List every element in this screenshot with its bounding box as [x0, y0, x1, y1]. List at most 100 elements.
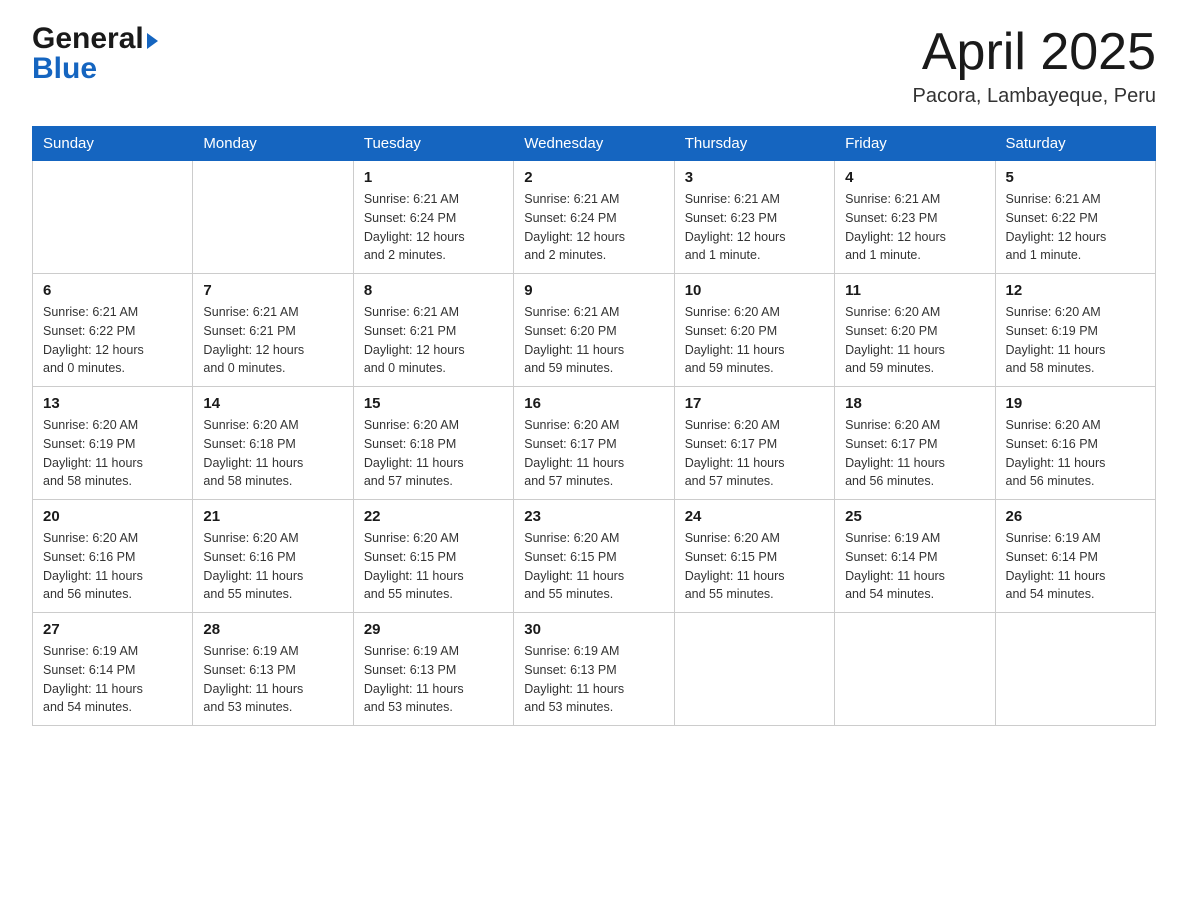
day-number: 12: [1006, 282, 1145, 299]
day-number: 8: [364, 282, 503, 299]
calendar-week-2: 6 Sunrise: 6:21 AMSunset: 6:22 PMDaylight…: [33, 274, 1156, 387]
calendar-cell: 19 Sunrise: 6:20 AMSunset: 6:16 PMDayligh…: [995, 387, 1155, 500]
day-number: 24: [685, 508, 824, 525]
weekday-header-saturday: Saturday: [995, 127, 1155, 161]
logo-general-text: General: [32, 24, 144, 54]
calendar-cell: 2 Sunrise: 6:21 AMSunset: 6:24 PMDaylight…: [514, 161, 674, 274]
weekday-header-tuesday: Tuesday: [353, 127, 513, 161]
calendar-cell: [995, 613, 1155, 726]
calendar-cell: 13 Sunrise: 6:20 AMSunset: 6:19 PMDayligh…: [33, 387, 193, 500]
calendar-cell: 29Sunrise: 6:19 AMSunset: 6:13 PMDayligh…: [353, 613, 513, 726]
day-number: 4: [845, 169, 984, 186]
day-info: Sunrise: 6:20 AMSunset: 6:16 PMDaylight:…: [43, 529, 182, 604]
day-number: 27: [43, 621, 182, 638]
day-info: Sunrise: 6:19 AMSunset: 6:14 PMDaylight:…: [845, 529, 984, 604]
calendar-week-1: 1Sunrise: 6:21 AMSunset: 6:24 PMDaylight…: [33, 161, 1156, 274]
day-number: 10: [685, 282, 824, 299]
weekday-header-wednesday: Wednesday: [514, 127, 674, 161]
calendar-cell: 28Sunrise: 6:19 AMSunset: 6:13 PMDayligh…: [193, 613, 353, 726]
calendar-cell: 26 Sunrise: 6:19 AMSunset: 6:14 PMDayligh…: [995, 500, 1155, 613]
calendar-cell: 23 Sunrise: 6:20 AMSunset: 6:15 PMDayligh…: [514, 500, 674, 613]
calendar-cell: 9Sunrise: 6:21 AMSunset: 6:20 PMDaylight…: [514, 274, 674, 387]
location-title: Pacora, Lambayeque, Peru: [913, 85, 1157, 108]
calendar-table: SundayMondayTuesdayWednesdayThursdayFrid…: [32, 126, 1156, 726]
day-number: 11: [845, 282, 984, 299]
calendar-cell: 8Sunrise: 6:21 AMSunset: 6:21 PMDaylight…: [353, 274, 513, 387]
day-number: 5: [1006, 169, 1145, 186]
calendar-cell: 21 Sunrise: 6:20 AMSunset: 6:16 PMDayligh…: [193, 500, 353, 613]
logo-blue-text: Blue: [32, 52, 97, 85]
day-info: Sunrise: 6:20 AMSunset: 6:15 PMDaylight:…: [364, 529, 503, 604]
day-info: Sunrise: 6:21 AMSunset: 6:21 PMDaylight:…: [203, 303, 342, 378]
calendar-cell: 14 Sunrise: 6:20 AMSunset: 6:18 PMDayligh…: [193, 387, 353, 500]
weekday-header-monday: Monday: [193, 127, 353, 161]
calendar-cell: 16 Sunrise: 6:20 AMSunset: 6:17 PMDayligh…: [514, 387, 674, 500]
calendar-cell: [674, 613, 834, 726]
calendar-cell: 17 Sunrise: 6:20 AMSunset: 6:17 PMDayligh…: [674, 387, 834, 500]
day-info: Sunrise: 6:20 AMSunset: 6:20 PMDaylight:…: [685, 303, 824, 378]
calendar-cell: 6 Sunrise: 6:21 AMSunset: 6:22 PMDaylight…: [33, 274, 193, 387]
calendar-cell: 25Sunrise: 6:19 AMSunset: 6:14 PMDayligh…: [835, 500, 995, 613]
day-number: 28: [203, 621, 342, 638]
calendar-body: 1Sunrise: 6:21 AMSunset: 6:24 PMDaylight…: [33, 161, 1156, 726]
day-info: Sunrise: 6:20 AMSunset: 6:19 PMDaylight:…: [43, 416, 182, 491]
day-number: 19: [1006, 395, 1145, 412]
day-info: Sunrise: 6:19 AMSunset: 6:13 PMDaylight:…: [364, 642, 503, 717]
day-number: 14: [203, 395, 342, 412]
day-info: Sunrise: 6:20 AMSunset: 6:17 PMDaylight:…: [685, 416, 824, 491]
day-number: 23: [524, 508, 663, 525]
calendar-cell: 27 Sunrise: 6:19 AMSunset: 6:14 PMDayligh…: [33, 613, 193, 726]
day-info: Sunrise: 6:20 AMSunset: 6:16 PMDaylight:…: [203, 529, 342, 604]
header: General Blue April 2025 Pacora, Lambayeq…: [32, 24, 1156, 108]
calendar-cell: 20Sunrise: 6:20 AMSunset: 6:16 PMDayligh…: [33, 500, 193, 613]
month-title: April 2025: [913, 24, 1157, 81]
calendar-cell: 5 Sunrise: 6:21 AMSunset: 6:22 PMDaylight…: [995, 161, 1155, 274]
day-number: 15: [364, 395, 503, 412]
day-info: Sunrise: 6:20 AMSunset: 6:18 PMDaylight:…: [203, 416, 342, 491]
day-info: Sunrise: 6:20 AMSunset: 6:19 PMDaylight:…: [1006, 303, 1145, 378]
calendar-cell: 4 Sunrise: 6:21 AMSunset: 6:23 PMDaylight…: [835, 161, 995, 274]
calendar-cell: 7 Sunrise: 6:21 AMSunset: 6:21 PMDaylight…: [193, 274, 353, 387]
weekday-header-friday: Friday: [835, 127, 995, 161]
day-info: Sunrise: 6:21 AMSunset: 6:22 PMDaylight:…: [43, 303, 182, 378]
calendar-cell: [193, 161, 353, 274]
calendar-cell: 1Sunrise: 6:21 AMSunset: 6:24 PMDaylight…: [353, 161, 513, 274]
calendar-cell: 18 Sunrise: 6:20 AMSunset: 6:17 PMDayligh…: [835, 387, 995, 500]
calendar-week-4: 20Sunrise: 6:20 AMSunset: 6:16 PMDayligh…: [33, 500, 1156, 613]
weekday-header-sunday: Sunday: [33, 127, 193, 161]
day-info: Sunrise: 6:21 AMSunset: 6:22 PMDaylight:…: [1006, 190, 1145, 265]
weekday-header-thursday: Thursday: [674, 127, 834, 161]
calendar-cell: 22 Sunrise: 6:20 AMSunset: 6:15 PMDayligh…: [353, 500, 513, 613]
logo: General Blue: [32, 24, 158, 84]
day-info: Sunrise: 6:20 AMSunset: 6:18 PMDaylight:…: [364, 416, 503, 491]
calendar-cell: 11 Sunrise: 6:20 AMSunset: 6:20 PMDayligh…: [835, 274, 995, 387]
day-number: 17: [685, 395, 824, 412]
logo-chevron-icon: [147, 33, 158, 49]
day-number: 18: [845, 395, 984, 412]
day-number: 2: [524, 169, 663, 186]
calendar-cell: [33, 161, 193, 274]
day-info: Sunrise: 6:20 AMSunset: 6:16 PMDaylight:…: [1006, 416, 1145, 491]
day-number: 26: [1006, 508, 1145, 525]
day-info: Sunrise: 6:20 AMSunset: 6:17 PMDaylight:…: [845, 416, 984, 491]
day-number: 16: [524, 395, 663, 412]
day-info: Sunrise: 6:21 AMSunset: 6:24 PMDaylight:…: [524, 190, 663, 265]
day-number: 21: [203, 508, 342, 525]
calendar-cell: 24Sunrise: 6:20 AMSunset: 6:15 PMDayligh…: [674, 500, 834, 613]
day-info: Sunrise: 6:19 AMSunset: 6:13 PMDaylight:…: [524, 642, 663, 717]
calendar-cell: 12 Sunrise: 6:20 AMSunset: 6:19 PMDayligh…: [995, 274, 1155, 387]
day-number: 30: [524, 621, 663, 638]
day-info: Sunrise: 6:20 AMSunset: 6:15 PMDaylight:…: [524, 529, 663, 604]
day-info: Sunrise: 6:19 AMSunset: 6:14 PMDaylight:…: [1006, 529, 1145, 604]
day-info: Sunrise: 6:20 AMSunset: 6:17 PMDaylight:…: [524, 416, 663, 491]
day-info: Sunrise: 6:19 AMSunset: 6:14 PMDaylight:…: [43, 642, 182, 717]
day-info: Sunrise: 6:21 AMSunset: 6:20 PMDaylight:…: [524, 303, 663, 378]
day-number: 6: [43, 282, 182, 299]
day-number: 13: [43, 395, 182, 412]
day-info: Sunrise: 6:20 AMSunset: 6:20 PMDaylight:…: [845, 303, 984, 378]
calendar-cell: 3Sunrise: 6:21 AMSunset: 6:23 PMDaylight…: [674, 161, 834, 274]
day-info: Sunrise: 6:21 AMSunset: 6:23 PMDaylight:…: [845, 190, 984, 265]
calendar-cell: 15 Sunrise: 6:20 AMSunset: 6:18 PMDayligh…: [353, 387, 513, 500]
day-number: 7: [203, 282, 342, 299]
day-number: 22: [364, 508, 503, 525]
